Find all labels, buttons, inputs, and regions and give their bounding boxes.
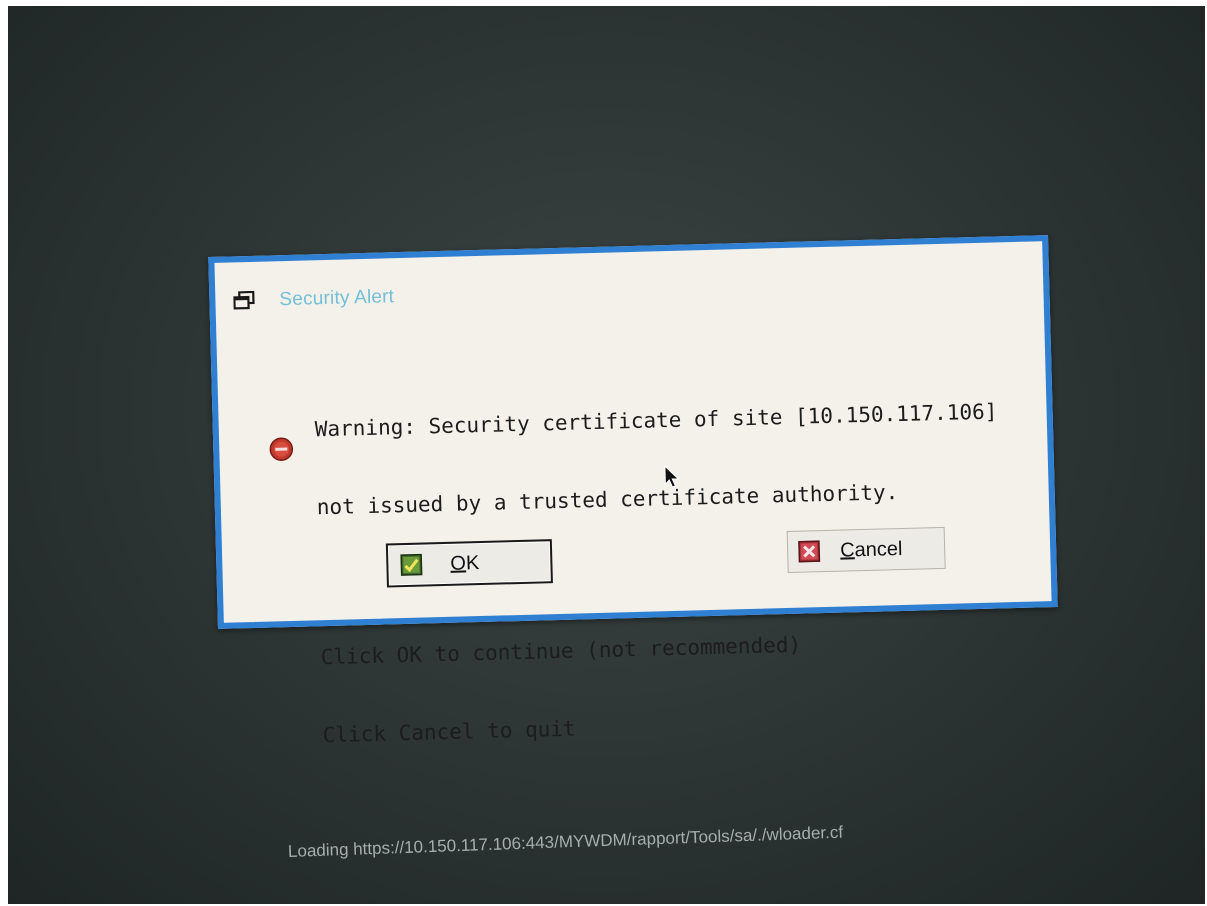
desktop-screen: Security Alert Warning: Security certifi…: [8, 6, 1205, 904]
stop-icon: [269, 437, 294, 462]
message-instruction-cancel: Click Cancel to quit: [322, 716, 576, 748]
security-alert-dialog: Security Alert Warning: Security certifi…: [208, 235, 1058, 747]
cancel-button[interactable]: Cancel: [786, 526, 946, 573]
message-warning-line-2: not issued by a trusted certificate auth…: [316, 480, 899, 520]
ok-button[interactable]: OK: [385, 539, 553, 588]
dialog-title: Security Alert: [279, 286, 395, 311]
window-icon: [233, 290, 256, 312]
dialog-titlebar: Security Alert: [233, 284, 394, 314]
message-instruction-ok: Click OK to continue (not recommended): [320, 632, 802, 670]
cancel-label-rest: ancel: [854, 537, 903, 561]
cancel-mnemonic: C: [839, 538, 855, 562]
check-icon: [400, 553, 423, 577]
message-warning-line-1: Warning: Security certificate of site [1…: [314, 399, 998, 442]
ok-mnemonic: O: [450, 551, 467, 575]
cancel-button-label: Cancel: [840, 537, 903, 562]
cross-icon: [798, 540, 821, 563]
ok-label-rest: K: [465, 551, 480, 574]
loading-status-text: Loading https://10.150.117.106:443/MYWDM…: [287, 822, 844, 861]
mouse-pointer-icon: [664, 464, 681, 489]
ok-button-label: OK: [450, 552, 479, 576]
